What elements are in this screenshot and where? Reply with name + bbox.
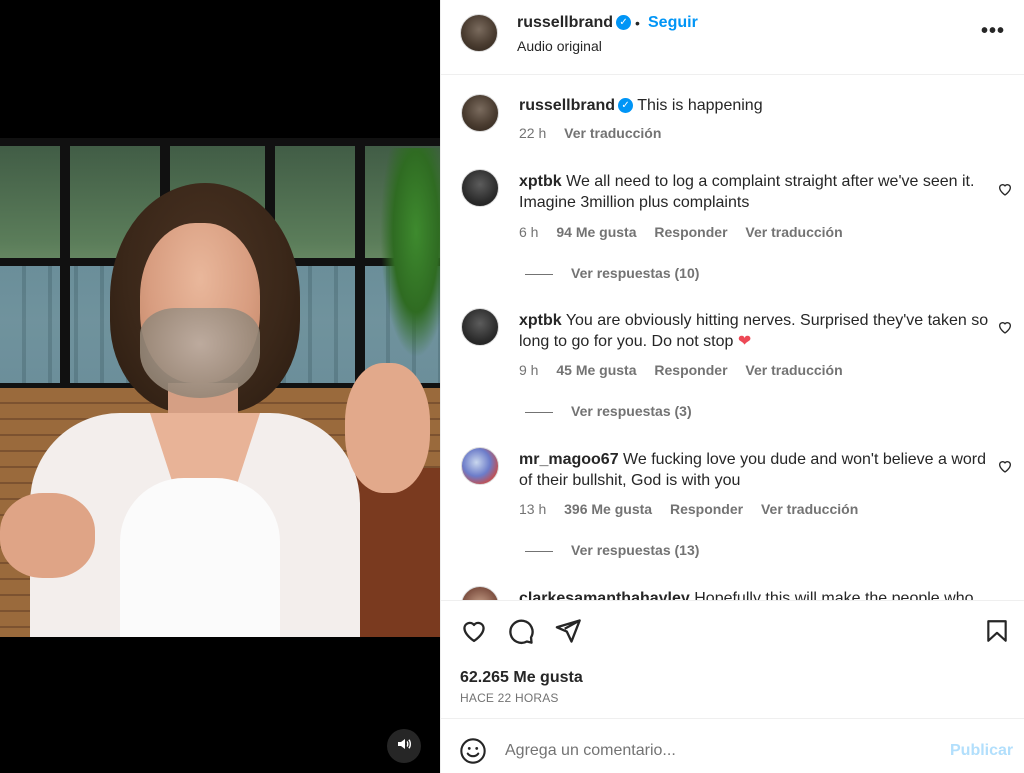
like-comment-heart-icon[interactable] — [997, 181, 1013, 197]
comment-text: xptbk You are obviously hitting nerves. … — [519, 312, 989, 350]
likes-count[interactable]: 62.265 Me gusta — [460, 669, 583, 687]
commenter-avatar[interactable] — [461, 586, 499, 600]
comment-likes[interactable]: 94 Me gusta — [556, 224, 636, 240]
caption-avatar[interactable] — [461, 94, 499, 132]
post-timestamp: HACE 22 HORAS — [460, 691, 559, 705]
translate-link[interactable]: Ver traducción — [564, 125, 661, 141]
like-comment-heart-icon[interactable] — [997, 458, 1013, 474]
caption-text: russellbrand ✓ This is happening — [519, 97, 763, 114]
comment-meta: 6 h 94 Me gusta Responder Ver traducción — [519, 224, 843, 240]
verified-badge-icon: ✓ — [616, 15, 632, 31]
view-replies-link[interactable]: Ver respuestas (13) — [525, 542, 699, 558]
comment-composer: Publicar — [441, 718, 1024, 773]
reply-button[interactable]: Responder — [654, 362, 727, 378]
comment-text: clarkesamanthahayley Hopefully this will… — [519, 590, 974, 600]
caption-meta: 22 h Ver traducción — [519, 125, 662, 141]
bookmark-icon[interactable] — [984, 617, 1014, 647]
translate-link[interactable]: Ver traducción — [745, 362, 842, 378]
commenter-avatar[interactable] — [461, 308, 499, 346]
comment-likes[interactable]: 396 Me gusta — [564, 501, 652, 517]
post-panel: russellbrand ✓ • Seguir Audio original ••… — [440, 0, 1024, 773]
audio-label[interactable]: Audio original — [517, 38, 602, 54]
more-options-icon[interactable]: ••• — [981, 20, 1005, 43]
reply-button[interactable]: Responder — [670, 501, 743, 517]
author-avatar[interactable] — [460, 14, 498, 52]
heart-icon[interactable] — [460, 617, 490, 647]
comment-meta: 9 h 45 Me gusta Responder Ver traducción — [519, 362, 843, 378]
translate-link[interactable]: Ver traducción — [745, 224, 842, 240]
translate-link[interactable]: Ver traducción — [761, 501, 858, 517]
comment-meta: 13 h 396 Me gusta Responder Ver traducci… — [519, 501, 859, 517]
comment-text: mr_magoo67 We fucking love you dude and … — [519, 451, 987, 489]
sound-toggle-button[interactable] — [387, 729, 421, 763]
reply-button[interactable]: Responder — [654, 224, 727, 240]
comment-text: xptbk We all need to log a complaint str… — [519, 173, 975, 211]
view-replies-link[interactable]: Ver respuestas (10) — [525, 265, 699, 281]
red-heart-emoji-icon: ❤ — [737, 333, 752, 350]
post-header: russellbrand ✓ • Seguir Audio original ••… — [441, 0, 1024, 75]
view-replies-link[interactable]: Ver respuestas (3) — [525, 403, 692, 419]
speaker-icon — [396, 736, 412, 756]
emoji-icon[interactable] — [459, 737, 489, 767]
author-username[interactable]: russellbrand ✓ — [517, 14, 632, 32]
publish-button[interactable]: Publicar — [950, 742, 1013, 760]
comments-list[interactable]: russellbrand ✓ This is happening 22 h Ver… — [441, 76, 1024, 600]
commenter-avatar[interactable] — [461, 447, 499, 485]
share-icon[interactable] — [554, 617, 584, 647]
comment-likes[interactable]: 45 Me gusta — [556, 362, 636, 378]
video-player[interactable] — [0, 0, 440, 773]
comment-input[interactable] — [505, 737, 935, 765]
verified-badge-icon: ✓ — [618, 98, 634, 114]
comment-icon[interactable] — [507, 617, 537, 647]
like-comment-heart-icon[interactable] — [997, 319, 1013, 335]
video-frame[interactable] — [0, 138, 440, 637]
commenter-avatar[interactable] — [461, 169, 499, 207]
video-person — [0, 138, 440, 637]
follow-button[interactable]: Seguir — [648, 14, 698, 32]
post-actions: 62.265 Me gusta HACE 22 HORAS — [441, 600, 1024, 718]
separator-dot: • — [635, 15, 640, 31]
